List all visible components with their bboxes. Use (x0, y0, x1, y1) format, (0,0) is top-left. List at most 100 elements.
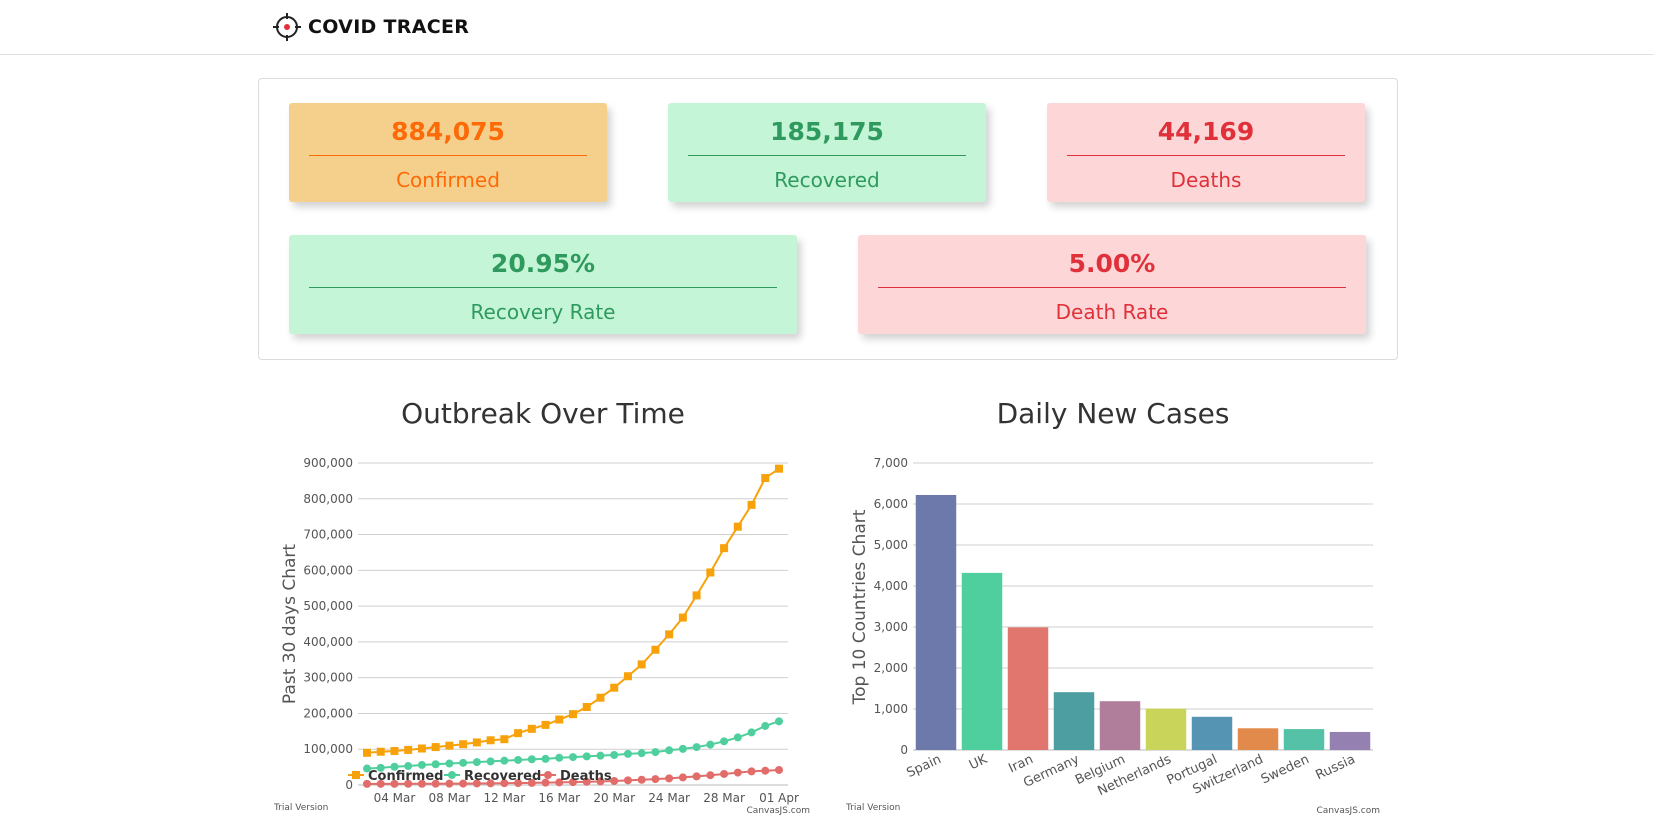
recovered-card: 185,175 Recovered (668, 103, 986, 202)
trial-version-watermark: Trial Version (845, 803, 900, 813)
y-tick-label: 700,000 (303, 528, 353, 542)
data-point (678, 613, 687, 622)
data-point (761, 474, 770, 483)
data-point (720, 769, 729, 778)
data-point (569, 710, 577, 719)
data-point (610, 683, 619, 692)
top-navbar: COVID TRACER (0, 0, 1654, 55)
brand-name: COVID TRACER (308, 16, 470, 38)
recovery-rate-value: 20.95% (490, 249, 596, 278)
data-point (582, 703, 591, 712)
x-tick-label: 04 Mar (374, 791, 416, 805)
daily-new-cases-bar-chart[interactable]: Daily New Cases Top 10 Countries Chart 0 1,… (838, 400, 1393, 819)
data-point (431, 760, 440, 769)
confirmed-card: 884,075 Confirmed (289, 103, 607, 202)
y-tick-label: 600,000 (303, 563, 353, 577)
outbreak-line-chart[interactable]: Outbreak Over Time Past 30 days Chart 0 100… (268, 400, 823, 819)
y-tick-label: 6,000 (874, 497, 908, 511)
data-point (775, 717, 783, 726)
data-point (527, 755, 536, 764)
data-point (706, 771, 715, 780)
data-point (692, 772, 701, 781)
recovery-rate-card: 20.95% Recovery Rate (289, 235, 797, 334)
x-tick-label: 24 Mar (648, 791, 690, 805)
data-point (555, 753, 564, 762)
x-tick-label: 08 Mar (429, 791, 471, 805)
data-point (431, 743, 440, 752)
x-tick-label: 20 Mar (593, 791, 635, 805)
data-point (761, 766, 770, 775)
data-point (720, 544, 729, 553)
data-point (527, 724, 536, 733)
data-point (445, 741, 454, 750)
data-point (596, 693, 605, 702)
data-point (623, 672, 632, 681)
x-tick-label: 28 Mar (703, 791, 745, 805)
data-point (445, 779, 454, 788)
data-point (733, 768, 742, 777)
legend-marker (448, 771, 456, 779)
y-tick-label: 900,000 (303, 456, 353, 470)
data-point (623, 749, 632, 758)
y-tick-label: 0 (345, 778, 353, 792)
bar-sweden (1283, 729, 1325, 750)
data-point (541, 778, 550, 787)
data-point (733, 733, 742, 742)
data-point (486, 736, 495, 745)
bar-switzerland (1237, 728, 1279, 750)
bar-belgium (1099, 701, 1141, 750)
y-tick-label: 300,000 (303, 671, 353, 685)
x-tick-label: Spain (904, 752, 943, 781)
data-point (747, 728, 756, 737)
y-tick-label: 0 (900, 743, 908, 757)
canvasjs-credit: CanvasJS.com (1317, 806, 1380, 816)
bar-iran (1007, 627, 1049, 750)
y-axis-label: Past 30 days Chart (280, 544, 300, 704)
brand-link[interactable]: COVID TRACER (272, 10, 469, 44)
data-point (706, 568, 715, 577)
data-point (417, 744, 426, 753)
deaths-value: 44,169 (1157, 117, 1255, 146)
y-tick-label: 5,000 (874, 538, 908, 552)
y-tick-label: 200,000 (303, 706, 353, 720)
data-point (623, 776, 632, 785)
data-point (459, 740, 468, 749)
data-point (363, 748, 371, 757)
card-divider (878, 287, 1346, 288)
y-tick-label: 2,000 (874, 661, 908, 675)
x-tick-label: Sweden (1259, 752, 1312, 787)
data-point (472, 738, 481, 747)
series-line (366, 720, 780, 770)
x-tick-label: 16 Mar (538, 791, 580, 805)
card-divider (309, 155, 587, 156)
data-point (541, 720, 550, 729)
data-point (637, 749, 646, 758)
x-tick-label: 01 Apr (759, 791, 799, 805)
data-point (500, 756, 509, 765)
data-point (582, 752, 591, 761)
recovered-value: 185,175 (770, 117, 884, 146)
y-tick-label: 1,000 (874, 702, 908, 716)
data-point (692, 743, 701, 752)
legend-item-confirmed: Confirmed (368, 769, 443, 784)
data-point (665, 746, 674, 755)
data-point (569, 753, 577, 762)
bar-russia (1329, 731, 1371, 750)
data-point (500, 735, 509, 744)
data-point (417, 760, 426, 769)
legend-item-recovered: Recovered (464, 769, 541, 784)
bar-germany (1053, 692, 1095, 750)
data-point (651, 775, 660, 784)
deaths-card: 44,169 Deaths (1047, 103, 1365, 202)
data-point (610, 750, 619, 759)
canvasjs-credit: CanvasJS.com (747, 806, 810, 816)
data-point (747, 500, 756, 509)
data-point (775, 765, 783, 774)
data-point (555, 715, 564, 724)
confirmed-label: Confirmed (396, 168, 500, 192)
data-point (665, 774, 674, 783)
y-axis-label: Top 10 Countries Chart (850, 509, 870, 705)
chart-title: Daily New Cases (997, 400, 1230, 430)
legend-marker (544, 771, 552, 779)
stats-panel: 884,075 Confirmed 185,175 Recovered 44,1… (258, 78, 1398, 360)
